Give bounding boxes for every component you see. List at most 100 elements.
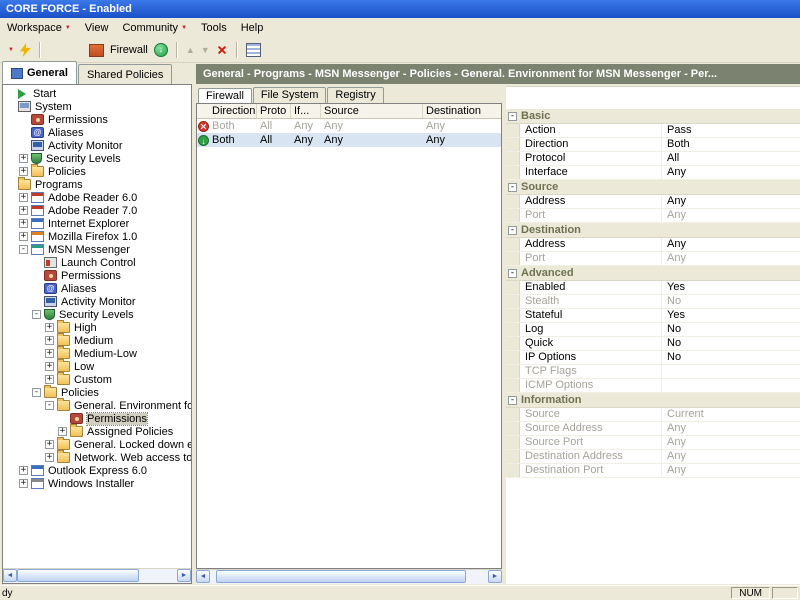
group-advanced[interactable]: - Advanced (506, 266, 800, 281)
tree-item-start[interactable]: Start (3, 87, 191, 100)
expand-icon[interactable]: + (19, 206, 28, 215)
tree-item[interactable]: + High (3, 320, 191, 334)
tree-item[interactable]: + Mozilla Firefox 1.0 (3, 230, 191, 243)
property-row-tcp-flags[interactable]: TCP Flags (506, 365, 800, 379)
collapse-icon[interactable]: - (508, 225, 517, 235)
tree-item-programs[interactable]: Programs (3, 177, 191, 191)
profiles-dropdown-icon[interactable]: ▼ (8, 47, 14, 53)
tree-item[interactable]: + Windows Installer (3, 477, 191, 490)
column-direction[interactable]: Direction (197, 104, 257, 118)
collapse-icon[interactable]: - (32, 388, 41, 397)
expand-icon[interactable]: + (45, 336, 54, 345)
column-proto[interactable]: Proto (257, 104, 291, 118)
tree-item[interactable]: +General. Locked down environm (3, 437, 191, 451)
title-bar[interactable]: CORE FORCE - Enabled (0, 0, 800, 18)
tree-item[interactable]: Activity Monitor (3, 295, 191, 308)
property-row-protocol[interactable]: Protocol All (506, 152, 800, 166)
expand-icon[interactable]: + (58, 427, 67, 436)
column-interface[interactable]: If... (291, 104, 321, 118)
collapse-icon[interactable]: - (19, 245, 28, 254)
property-row-enabled[interactable]: Enabled Yes (506, 281, 800, 295)
expand-icon[interactable]: + (19, 193, 28, 202)
report-icon[interactable] (245, 43, 261, 57)
property-row-info-source[interactable]: Source Current (506, 408, 800, 422)
tree-item[interactable]: Launch Control (3, 256, 191, 269)
property-row-dest-address[interactable]: Address Any (506, 238, 800, 252)
tab-file-system[interactable]: File System (252, 87, 327, 103)
expand-icon[interactable]: + (19, 219, 28, 228)
tree-item[interactable]: + Policies (3, 164, 191, 178)
property-row-info-dest-address[interactable]: Destination Address Any (506, 450, 800, 464)
group-source[interactable]: - Source (506, 180, 800, 195)
expand-icon[interactable]: + (45, 362, 54, 371)
tab-shared-policies[interactable]: Shared Policies (77, 64, 173, 84)
tree-item-permissions-selected[interactable]: Permissions (3, 411, 191, 426)
tree-item[interactable]: +Network. Web access to Messe (3, 450, 191, 464)
tree-item-msn-messenger[interactable]: - MSN Messenger (3, 243, 191, 256)
expand-icon[interactable]: + (45, 323, 54, 332)
scroll-right-icon[interactable]: ► (488, 570, 502, 583)
property-row-dest-port[interactable]: Port Any (506, 252, 800, 266)
collapse-icon[interactable]: - (508, 111, 517, 121)
tree-item-system[interactable]: System (3, 100, 191, 113)
expand-icon[interactable]: + (45, 453, 54, 462)
property-row-source-port[interactable]: Port Any (506, 209, 800, 223)
property-row-stealth[interactable]: Stealth No (506, 295, 800, 309)
scroll-left-icon[interactable]: ◄ (196, 570, 210, 583)
menu-community[interactable]: Community ▼ (115, 20, 194, 36)
expand-icon[interactable]: + (45, 349, 54, 358)
group-information[interactable]: - Information (506, 393, 800, 408)
scroll-left-icon[interactable]: ◄ (3, 569, 17, 582)
tab-general[interactable]: General (2, 61, 77, 84)
tree-item[interactable]: Permissions (3, 113, 191, 126)
expand-icon[interactable]: + (45, 440, 54, 449)
property-row-info-dest-port[interactable]: Destination Port Any (506, 464, 800, 478)
tree-item[interactable]: + Adobe Reader 6.0 (3, 191, 191, 204)
expand-icon[interactable]: + (19, 167, 28, 176)
scrollbar-thumb[interactable] (17, 569, 139, 582)
property-row-interface[interactable]: Interface Any (506, 166, 800, 180)
property-row-info-source-port[interactable]: Source Port Any (506, 436, 800, 450)
tree-item[interactable]: + Low (3, 359, 191, 373)
expand-icon[interactable]: + (19, 154, 28, 163)
tab-firewall[interactable]: Firewall (198, 88, 252, 104)
tree-item[interactable]: + Outlook Express 6.0 (3, 464, 191, 477)
tree-item-policies[interactable]: - Policies (3, 385, 191, 399)
menu-workspace[interactable]: Workspace ▼ (0, 20, 78, 36)
tree-item[interactable]: + Medium (3, 333, 191, 347)
collapse-icon[interactable]: - (32, 310, 41, 319)
property-row-quick[interactable]: Quick No (506, 337, 800, 351)
group-destination[interactable]: - Destination (506, 223, 800, 238)
move-up-icon[interactable]: ▲ (186, 45, 195, 55)
expand-icon[interactable]: + (19, 466, 28, 475)
delete-icon[interactable] (216, 44, 228, 56)
property-row-ip-options[interactable]: IP Options No (506, 351, 800, 365)
column-destination[interactable]: Destination (423, 104, 501, 118)
tab-registry[interactable]: Registry (327, 87, 384, 103)
tree-item[interactable]: + Custom (3, 372, 191, 386)
lightning-icon[interactable] (19, 43, 31, 57)
expand-icon[interactable]: + (45, 375, 54, 384)
collapse-icon[interactable]: - (508, 395, 517, 405)
property-row-log[interactable]: Log No (506, 323, 800, 337)
tree-item[interactable]: + Adobe Reader 7.0 (3, 204, 191, 217)
scroll-right-icon[interactable]: ► (177, 569, 191, 582)
menu-view[interactable]: View (78, 20, 116, 36)
tree-item[interactable]: + Assigned Policies (3, 424, 191, 438)
property-row-info-source-address[interactable]: Source Address Any (506, 422, 800, 436)
tree-item[interactable]: Permissions (3, 269, 191, 282)
rule-row-allow-selected[interactable]: ↓ Both All Any Any Any (197, 133, 501, 147)
expand-icon[interactable]: + (19, 232, 28, 241)
rule-row-deny[interactable]: Both All Any Any Any (197, 119, 501, 133)
collapse-icon[interactable]: - (508, 182, 517, 192)
menu-tools[interactable]: Tools (194, 20, 234, 36)
menu-help[interactable]: Help (234, 20, 271, 36)
tree-item[interactable]: + Internet Explorer (3, 217, 191, 230)
scrollbar-thumb[interactable] (215, 570, 466, 583)
column-source[interactable]: Source (321, 104, 423, 118)
collapse-icon[interactable]: - (45, 401, 54, 410)
group-basic[interactable]: - Basic (506, 109, 800, 124)
tree-item[interactable]: -General. Environment for MSN (3, 398, 191, 412)
tree-item[interactable]: @ Aliases (3, 126, 191, 139)
property-row-direction[interactable]: Direction Both (506, 138, 800, 152)
